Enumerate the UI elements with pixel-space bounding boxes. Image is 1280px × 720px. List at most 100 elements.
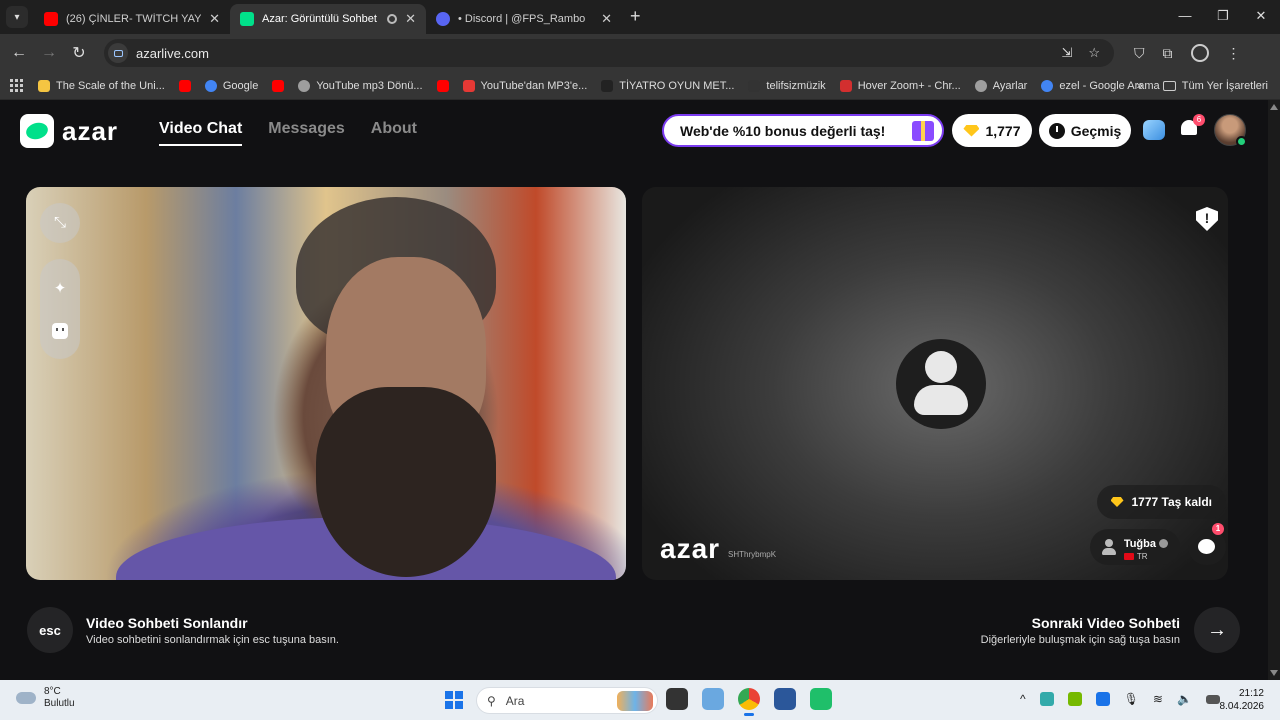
- tab-strip: ▾ (26) ÇİNLER- TWİTCH YAYININD ✕ Azar: G…: [0, 0, 1280, 34]
- folder-icon: [1162, 81, 1176, 91]
- wifi-icon[interactable]: ≋: [1153, 692, 1163, 706]
- bookmark-item[interactable]: TİYATRO OYUN MET...: [601, 79, 734, 92]
- time: 21:12: [1238, 688, 1264, 699]
- bookmark-item[interactable]: The Scale of the Uni...: [38, 79, 165, 92]
- partner-profile-chip[interactable]: Tuğba TR: [1089, 529, 1180, 565]
- next-chat-button[interactable]: →: [1194, 607, 1240, 653]
- nvidia-icon[interactable]: [1067, 692, 1082, 706]
- url-text[interactable]: azarlive.com: [136, 46, 1061, 61]
- message-badge: 1: [1212, 523, 1224, 535]
- bluetooth-icon[interactable]: [1095, 692, 1110, 706]
- chat-message-button[interactable]: 1: [1188, 523, 1226, 565]
- azar-logo[interactable]: azar: [20, 114, 118, 148]
- store-chat-icon[interactable]: [1143, 120, 1165, 140]
- tab-discord[interactable]: • Discord | @FPS_Rambo ✕: [426, 4, 622, 34]
- scroll-down-icon[interactable]: [1270, 670, 1278, 676]
- close-tab-icon[interactable]: ✕: [209, 11, 220, 27]
- report-shield-icon[interactable]: !: [1196, 207, 1218, 231]
- youtube-favicon-icon: [436, 79, 449, 92]
- globe-favicon-icon: [298, 79, 311, 92]
- user-placeholder-icon: [896, 339, 986, 429]
- bookmark-item[interactable]: Hover Zoom+ - Chr...: [839, 79, 961, 92]
- bookmark-item[interactable]: Ayarlar: [974, 79, 1027, 92]
- profile-icon[interactable]: [1190, 44, 1209, 62]
- effects-panel: ✦: [40, 259, 80, 359]
- history-label: Geçmiş: [1070, 122, 1122, 139]
- chrome-icon[interactable]: [738, 688, 760, 716]
- close-tab-icon[interactable]: ✕: [405, 11, 416, 27]
- chevron-up-icon[interactable]: ^: [1020, 692, 1026, 706]
- bookmark-item[interactable]: YouTube'dan MP3'e...: [462, 79, 588, 92]
- extensions-puzzle-icon[interactable]: ⧉: [1163, 45, 1173, 62]
- magic-wand-icon[interactable]: ✦: [51, 280, 69, 298]
- avatar[interactable]: [1214, 114, 1247, 147]
- bookmark-label: telifsizmüzik: [766, 79, 826, 92]
- windows-start-icon[interactable]: [445, 691, 463, 709]
- search-icon: ⚲: [487, 693, 496, 708]
- app-green-icon[interactable]: [810, 688, 832, 710]
- task-view-icon[interactable]: [666, 688, 688, 710]
- main-nav: Video Chat Messages About: [159, 120, 417, 146]
- youtube-favicon-icon: [44, 12, 58, 26]
- tab-twitch[interactable]: (26) ÇİNLER- TWİTCH YAYININD ✕: [34, 4, 230, 34]
- weather-widget[interactable]: 8°C Bulutlu: [16, 686, 75, 710]
- battery-icon[interactable]: [1205, 694, 1220, 704]
- address-bar[interactable]: azarlive.com ⇲ ☆: [104, 39, 1114, 67]
- menu-kebab-icon[interactable]: ⋮: [1227, 45, 1241, 62]
- turkey-flag-icon: [1123, 552, 1134, 560]
- bookmark-item[interactable]: YouTube mp3 Dönü...: [298, 79, 423, 92]
- apps-grid-icon[interactable]: [10, 78, 24, 93]
- toolbar: ← → ↻ azarlive.com ⇲ ☆ ⛉ ⧉ ⋮: [0, 34, 1280, 72]
- nav-messages[interactable]: Messages: [268, 120, 345, 146]
- azar-logo-icon: [20, 114, 54, 148]
- partner-name: Tuğba: [1123, 537, 1156, 550]
- page-scrollbar[interactable]: [1268, 100, 1280, 680]
- word-icon[interactable]: [774, 688, 796, 710]
- bookmark-star-icon[interactable]: ☆: [1088, 45, 1100, 61]
- youtube-favicon-icon: [272, 79, 285, 92]
- history-button[interactable]: Geçmiş: [1039, 114, 1131, 147]
- volume-icon[interactable]: 🔈: [1177, 692, 1192, 706]
- install-app-icon[interactable]: ⇲: [1061, 45, 1072, 61]
- back-button[interactable]: ←: [4, 44, 34, 62]
- taskbar-search[interactable]: ⚲ Ara: [476, 687, 658, 714]
- new-tab-button[interactable]: +: [630, 6, 641, 27]
- forward-button[interactable]: →: [34, 44, 64, 62]
- site-info-icon[interactable]: [108, 43, 128, 63]
- bookmark-item[interactable]: Google: [204, 79, 258, 92]
- close-window-button[interactable]: ✕: [1242, 0, 1280, 34]
- nav-video-chat[interactable]: Video Chat: [159, 120, 243, 146]
- notifications-button[interactable]: 6: [1181, 114, 1205, 140]
- bookmark-item[interactable]: [272, 79, 285, 92]
- tray-app-icon[interactable]: [1039, 692, 1054, 706]
- all-bookmarks-label: Tüm Yer İşaretleri: [1181, 80, 1268, 92]
- video-person-beard: [316, 387, 496, 577]
- bookmark-item[interactable]: [178, 79, 191, 92]
- clock[interactable]: 21:12 8.04.2026: [1220, 687, 1265, 713]
- tab-azar[interactable]: Azar: Görüntülü Sohbet & Y ✕: [230, 4, 426, 34]
- end-chat-button[interactable]: esc: [27, 607, 73, 653]
- minimize-video-button[interactable]: ⤡: [40, 203, 80, 243]
- all-bookmarks-button[interactable]: Tüm Yer İşaretleri: [1162, 80, 1268, 92]
- tab-title: • Discord | @FPS_Rambo: [458, 13, 586, 25]
- scroll-up-icon[interactable]: [1270, 104, 1278, 110]
- shield-extension-icon[interactable]: ⛉: [1134, 45, 1145, 62]
- bookmark-item[interactable]: telifsizmüzik: [748, 79, 826, 92]
- minimize-button[interactable]: —: [1166, 0, 1204, 34]
- tab-search-button[interactable]: ▾: [6, 6, 28, 28]
- bonus-promo-button[interactable]: Web'de %10 bonus değerli taş!: [662, 114, 944, 147]
- nav-about[interactable]: About: [371, 120, 417, 146]
- face-filter-icon[interactable]: [52, 322, 68, 339]
- more-bookmarks-button[interactable]: »: [1137, 80, 1143, 92]
- bookmark-favicon-icon: [38, 79, 50, 92]
- bookmark-label: YouTube'dan MP3'e...: [480, 79, 588, 92]
- weather-condition: Bulutlu: [44, 698, 75, 709]
- file-explorer-icon[interactable]: [702, 688, 724, 710]
- google-favicon-icon: [204, 79, 217, 92]
- maximize-button[interactable]: ❐: [1204, 0, 1242, 34]
- microphone-icon[interactable]: 🎙: [1124, 692, 1139, 706]
- bookmark-item[interactable]: [436, 79, 449, 92]
- gems-balance-button[interactable]: 1,777: [952, 114, 1032, 147]
- reload-button[interactable]: ↻: [64, 43, 94, 63]
- close-tab-icon[interactable]: ✕: [601, 11, 612, 27]
